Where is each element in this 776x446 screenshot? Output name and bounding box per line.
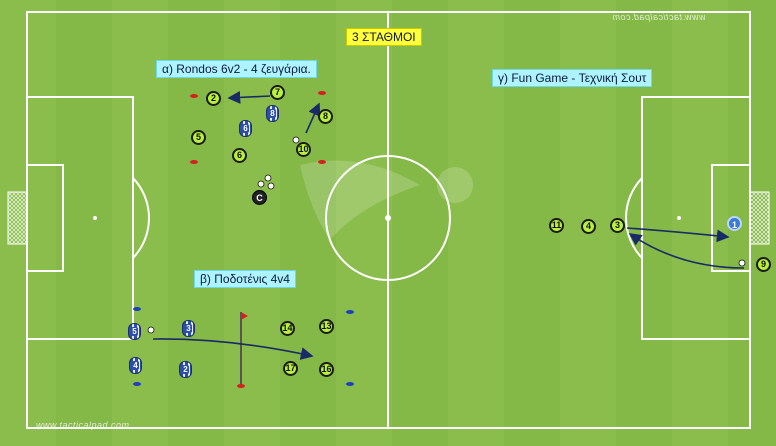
right-penalty-spot <box>677 216 681 220</box>
player-green: 5 <box>191 130 206 145</box>
right-goal <box>749 191 770 245</box>
watermark-top: www.tacticalpad.com <box>612 12 706 22</box>
player-green: 17 <box>283 361 298 376</box>
pitch-markings <box>0 0 776 446</box>
player-green: 8 <box>318 109 333 124</box>
left-penalty-spot <box>93 216 97 220</box>
station-a-label: α) Rondos 6v2 - 4 ζευγάρια. <box>156 60 317 78</box>
station-c-label: γ) Fun Game - Τεχνική Σουτ <box>492 69 653 87</box>
diagram-title: 3 ΣΤΑΘΜΟΙ <box>346 28 422 46</box>
player-blue: 8 <box>266 105 279 122</box>
player-blue: 5 <box>128 323 141 340</box>
player-green: 16 <box>319 362 334 377</box>
goalkeeper: 1 <box>727 216 742 231</box>
player-green: 2 <box>206 91 221 106</box>
player-green: 14 <box>280 321 295 336</box>
watermark-bottom: www.tacticalpad.com <box>36 420 130 430</box>
coach-marker: C <box>252 190 267 205</box>
left-goal <box>7 191 28 245</box>
player-blue: 3 <box>182 320 195 337</box>
player-green: 6 <box>232 148 247 163</box>
player-blue: 6 <box>239 120 252 137</box>
player-green: 3 <box>610 218 625 233</box>
player-green: 7 <box>270 85 285 100</box>
player-green: 11 <box>549 218 564 233</box>
football-pitch-diagram: www.tacticalpad.com www.tacticalpad.com … <box>0 0 776 446</box>
player-blue: 2 <box>179 361 192 378</box>
station-b-label: β) Ποδοτένις 4v4 <box>194 270 296 288</box>
center-spot <box>385 215 391 221</box>
player-green: 4 <box>581 219 596 234</box>
player-green: 9 <box>756 257 771 272</box>
player-green: 10 <box>296 142 311 157</box>
player-green: 13 <box>319 319 334 334</box>
player-blue: 4 <box>129 357 142 374</box>
